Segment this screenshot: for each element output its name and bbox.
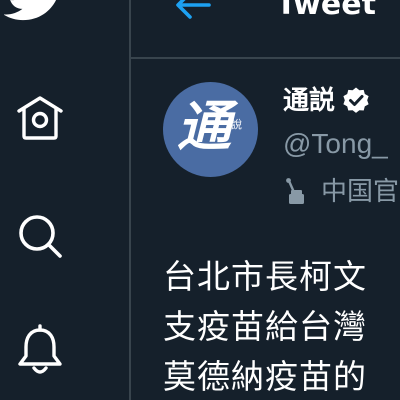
tweet-text-line: 支疫苗給台灣 — [163, 307, 367, 346]
tweet-text: 台北市長柯文 支疫苗給台灣 莫德納疫苗的 — [163, 252, 400, 400]
twitter-app: Tweet 通 說 通説 @Tong_ 中国官 台北市長柯文 支疫苗給台灣 莫德… — [0, 0, 400, 400]
sidebar-divider — [129, 0, 131, 400]
avatar-logo-sub: 說 — [231, 118, 242, 131]
avatar[interactable]: 通 說 — [163, 82, 258, 177]
verified-badge-icon — [343, 87, 369, 113]
twitter-bird-icon — [2, 0, 57, 21]
nav-home-button[interactable] — [14, 92, 66, 144]
bell-icon — [18, 324, 62, 374]
author-name-row[interactable]: 通説 — [283, 84, 371, 118]
author-display-name[interactable]: 通説 — [283, 84, 335, 118]
state-affiliated-label[interactable]: 中国官 — [283, 172, 399, 212]
twitter-logo-icon[interactable] — [2, 0, 68, 26]
tweet-text-line: 莫德納疫苗的 — [163, 357, 367, 396]
affiliation-text[interactable]: 中国官 — [321, 174, 399, 210]
header-divider — [131, 57, 400, 59]
page-title: Tweet — [276, 0, 376, 22]
author-handle[interactable]: @Tong_ — [283, 126, 388, 162]
search-icon — [19, 215, 62, 258]
tweet-text-line: 台北市長柯文 — [163, 257, 367, 296]
arrow-left-icon — [176, 0, 211, 19]
nav-explore-button[interactable] — [14, 210, 66, 262]
tweet-header: Tweet — [131, 0, 400, 58]
microphone-icon — [286, 178, 304, 204]
back-button[interactable] — [173, 0, 213, 22]
nav-notifications-button[interactable] — [14, 322, 66, 378]
sidebar-nav — [0, 0, 129, 400]
avatar-logo-main: 通 — [177, 94, 231, 158]
home-icon — [17, 96, 63, 140]
